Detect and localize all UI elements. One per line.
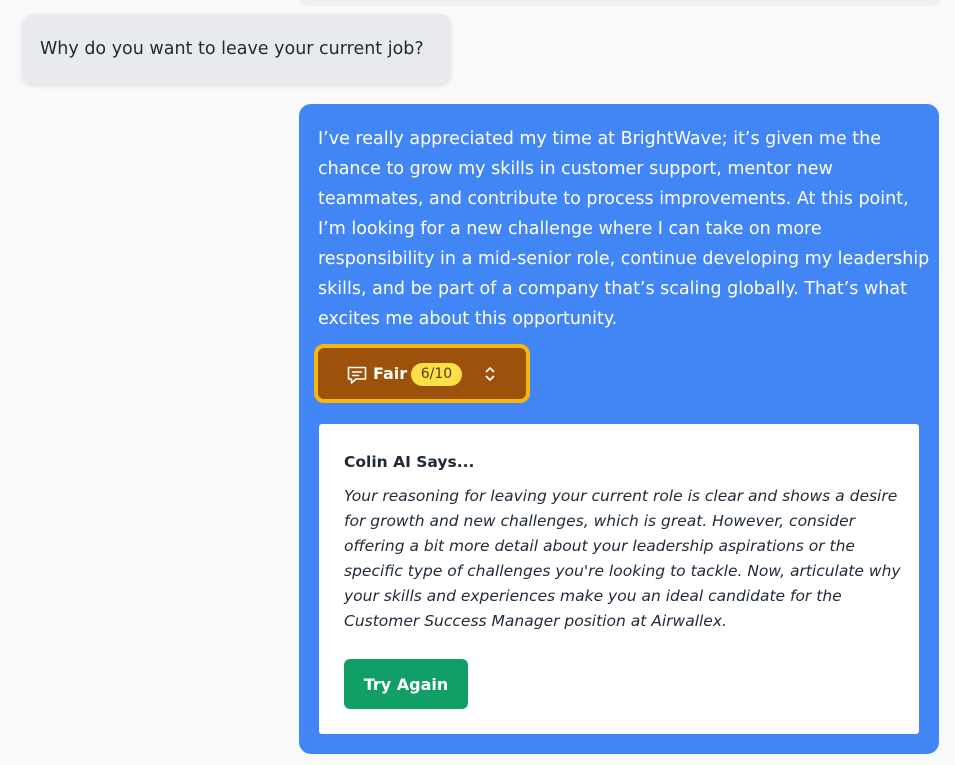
score-value-badge: 6/10 [411, 363, 462, 386]
answer-text: I’ve really appreciated my time at Brigh… [318, 129, 930, 329]
interviewer-question-bubble: Why do you want to leave your current jo… [22, 14, 451, 84]
score-toggle-button[interactable]: Fair 6/10 [314, 344, 530, 403]
user-answer-bubble: I’ve really appreciated my time at Brigh… [299, 104, 939, 754]
try-again-button[interactable]: Try Again [344, 659, 468, 709]
chevron-up-down-icon [485, 367, 495, 381]
question-text: Why do you want to leave your current jo… [40, 39, 424, 59]
previous-message-edge [300, 0, 940, 6]
feedback-title: Colin AI Says... [344, 453, 475, 471]
chat-bubble-icon [347, 366, 367, 384]
feedback-body: Your reasoning for leaving your current … [344, 487, 901, 630]
score-rating-label: Fair [373, 364, 408, 383]
ai-feedback-card: Colin AI Says... Your reasoning for leav… [319, 424, 919, 734]
